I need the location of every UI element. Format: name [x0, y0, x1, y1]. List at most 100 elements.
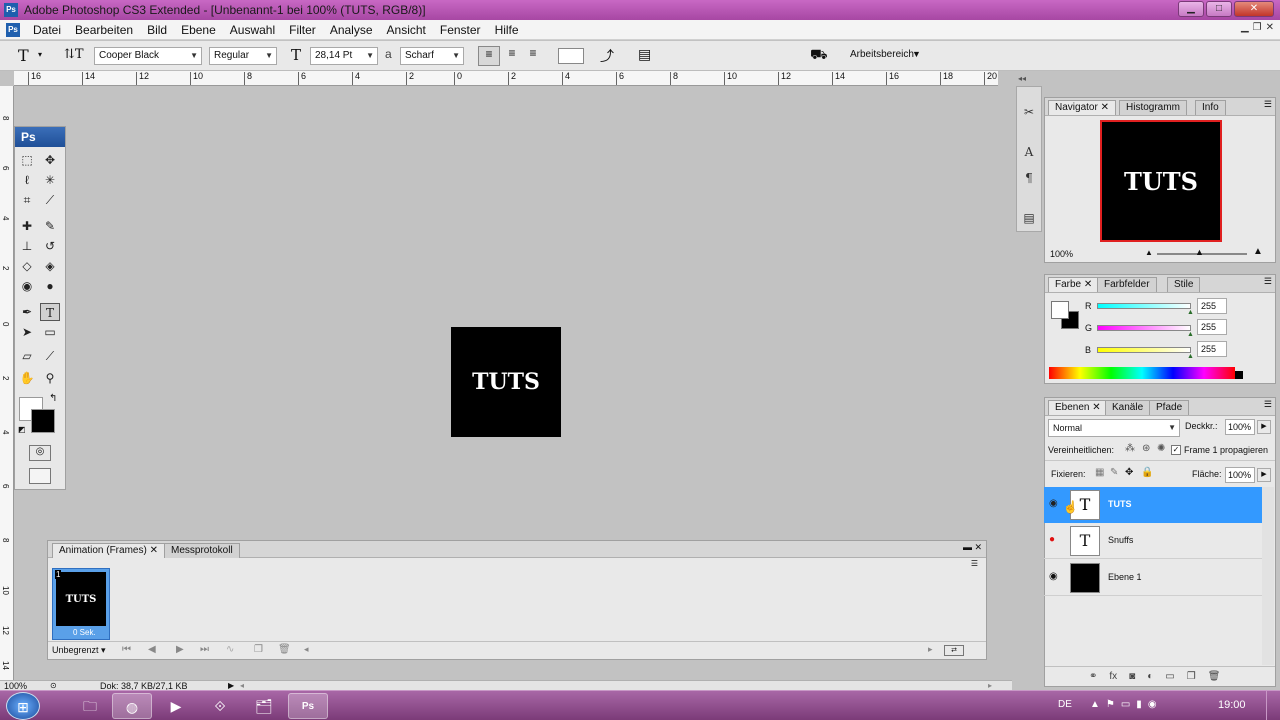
taskbar-firefox-icon[interactable]: ◍: [112, 693, 152, 719]
orientation-toggle-icon[interactable]: ⇅T: [64, 47, 84, 62]
navigator-preview[interactable]: TUTS: [1100, 120, 1222, 242]
slice-tool-icon[interactable]: ⟋: [40, 191, 60, 209]
r-slider-thumb-icon[interactable]: ▲: [1187, 309, 1194, 316]
type-tool-icon[interactable]: T: [18, 46, 29, 65]
eraser-tool-icon[interactable]: ◇: [17, 257, 37, 275]
layer-mask-icon[interactable]: ◙: [1129, 671, 1135, 682]
layer-visibility-eye-icon[interactable]: ◉: [1049, 499, 1061, 509]
adjustment-layer-icon[interactable]: ◐: [1147, 671, 1153, 682]
next-frame-icon[interactable]: ⏭: [200, 644, 209, 655]
brush-tool-icon[interactable]: ✎: [40, 217, 60, 235]
tray-icons[interactable]: ▲⚑▭▮◉: [1090, 699, 1163, 710]
menu-datei[interactable]: Datei: [26, 23, 68, 37]
bridge-icon[interactable]: ⛟: [810, 46, 828, 65]
screen-mode-icon[interactable]: [29, 468, 51, 484]
status-scroll-left-icon[interactable]: ◂: [240, 681, 244, 690]
notes-tool-icon[interactable]: ▱: [17, 347, 37, 365]
tab-pfade[interactable]: Pfade: [1149, 400, 1190, 415]
menu-fenster[interactable]: Fenster: [433, 23, 488, 37]
r-slider[interactable]: [1097, 303, 1191, 309]
layers-panel-menu-icon[interactable]: ☰: [1264, 399, 1272, 410]
opacity-dropdown-icon[interactable]: ▶: [1257, 420, 1271, 434]
taskbar-app-icon[interactable]: ⟐: [200, 693, 240, 719]
menu-hilfe[interactable]: Hilfe: [488, 23, 526, 37]
taskbar-media-player-icon[interactable]: ▶: [156, 693, 196, 719]
unify-style-icon[interactable]: ✺: [1157, 443, 1165, 454]
tab-farbe[interactable]: Farbe ✕: [1048, 277, 1100, 292]
status-scroll-right-icon[interactable]: ▸: [988, 681, 992, 690]
align-right-icon[interactable]: ≡: [524, 46, 542, 66]
duplicate-frame-icon[interactable]: ❐: [254, 644, 263, 655]
crop-tool-icon[interactable]: ⌗: [17, 191, 37, 209]
rectangle-tool-icon[interactable]: ▭: [40, 323, 60, 341]
show-desktop-button[interactable]: [1266, 691, 1280, 720]
r-value-input[interactable]: 255: [1197, 298, 1227, 314]
menu-ansicht[interactable]: Ansicht: [380, 23, 433, 37]
minimize-button[interactable]: ▁: [1178, 1, 1204, 17]
layer-name[interactable]: TUTS: [1108, 499, 1132, 509]
character-panel-icon[interactable]: A: [1020, 143, 1038, 161]
doc-restore-button[interactable]: ❐: [1253, 22, 1262, 33]
tab-farbfelder[interactable]: Farbfelder: [1097, 277, 1157, 292]
lock-position-icon[interactable]: ✥: [1125, 467, 1133, 478]
fill-input[interactable]: 100%: [1225, 467, 1255, 483]
background-color-swatch[interactable]: [31, 409, 55, 433]
layer-comps-icon[interactable]: ▤: [1020, 209, 1038, 227]
layers-scrollbar[interactable]: [1262, 487, 1274, 665]
unify-position-icon[interactable]: ⁂: [1125, 443, 1135, 454]
opacity-input[interactable]: 100%: [1225, 419, 1255, 435]
b-value-input[interactable]: 255: [1197, 341, 1227, 357]
animation-panel-menu-icon[interactable]: ☰: [971, 559, 978, 568]
workspace-dropdown-icon[interactable]: ▼: [912, 49, 921, 59]
lasso-tool-icon[interactable]: ℓ: [17, 171, 37, 189]
text-color-swatch[interactable]: [558, 48, 584, 64]
taskbar-explorer-icon[interactable]: 🗀: [70, 693, 110, 719]
color-panel-menu-icon[interactable]: ☰: [1264, 276, 1272, 287]
healing-brush-tool-icon[interactable]: ✚: [17, 217, 37, 235]
pen-tool-icon[interactable]: ✒: [17, 303, 37, 321]
default-colors-icon[interactable]: ◩: [18, 425, 26, 434]
warp-text-icon[interactable]: ⤴: [600, 46, 614, 66]
dock-collapse-icon[interactable]: ◂◂: [1018, 74, 1026, 83]
app-menu-icon[interactable]: Ps: [6, 22, 20, 37]
new-layer-icon[interactable]: ❐: [1187, 671, 1196, 682]
zoom-slider-thumb-icon[interactable]: ▲: [1195, 247, 1204, 257]
tween-icon[interactable]: ∿: [226, 644, 234, 655]
tool-presets-icon[interactable]: ✂: [1020, 103, 1038, 121]
g-slider-thumb-icon[interactable]: ▲: [1187, 331, 1194, 338]
scroll-left-icon[interactable]: ◂: [304, 644, 309, 655]
doc-minimize-button[interactable]: ▁: [1241, 22, 1249, 33]
eyedropper-tool-icon[interactable]: ⟋: [40, 347, 60, 365]
doc-close-button[interactable]: ✕: [1266, 22, 1274, 33]
menu-bearbeiten[interactable]: Bearbeiten: [68, 23, 140, 37]
taskbar-photoshop-icon[interactable]: Ps: [288, 693, 328, 719]
scroll-right-icon[interactable]: ▸: [928, 644, 933, 655]
menu-auswahl[interactable]: Auswahl: [223, 23, 282, 37]
dodge-tool-icon[interactable]: ●: [40, 277, 60, 295]
zoom-tool-icon[interactable]: ⚲: [40, 369, 60, 387]
navigator-panel-menu-icon[interactable]: ☰: [1264, 99, 1272, 110]
marquee-tool-icon[interactable]: ⬚: [17, 151, 37, 169]
status-menu-icon[interactable]: ▶: [228, 681, 234, 690]
prev-frame-icon[interactable]: ◀: [148, 644, 156, 655]
loop-select[interactable]: Unbegrenzt ▾: [52, 645, 106, 656]
path-selection-tool-icon[interactable]: ➤: [17, 323, 37, 341]
status-bridge-icon[interactable]: ⊙: [50, 681, 57, 690]
b-slider[interactable]: [1097, 347, 1191, 353]
unify-visibility-icon[interactable]: ⊛: [1142, 443, 1150, 454]
tab-navigator[interactable]: Navigator ✕: [1048, 100, 1116, 115]
color-fg-swatch[interactable]: [1051, 301, 1069, 319]
propagate-checkbox[interactable]: ✓: [1171, 445, 1181, 455]
play-icon[interactable]: ▶: [176, 644, 184, 655]
zoom-out-icon[interactable]: ▲: [1145, 248, 1153, 257]
menu-analyse[interactable]: Analyse: [323, 23, 380, 37]
b-slider-thumb-icon[interactable]: ▲: [1187, 353, 1194, 360]
clone-stamp-tool-icon[interactable]: ⊥: [17, 237, 37, 255]
palettes-toggle-icon[interactable]: ▤: [638, 46, 651, 63]
timeline-toggle-icon[interactable]: ⇄: [944, 645, 964, 656]
delete-layer-icon[interactable]: 🗑: [1208, 671, 1221, 682]
tab-ebenen[interactable]: Ebenen ✕: [1048, 400, 1108, 415]
blend-mode-select[interactable]: Normal ▼: [1048, 419, 1180, 437]
blur-tool-icon[interactable]: ◉: [17, 277, 37, 295]
zoom-in-icon[interactable]: ▲: [1253, 246, 1263, 257]
